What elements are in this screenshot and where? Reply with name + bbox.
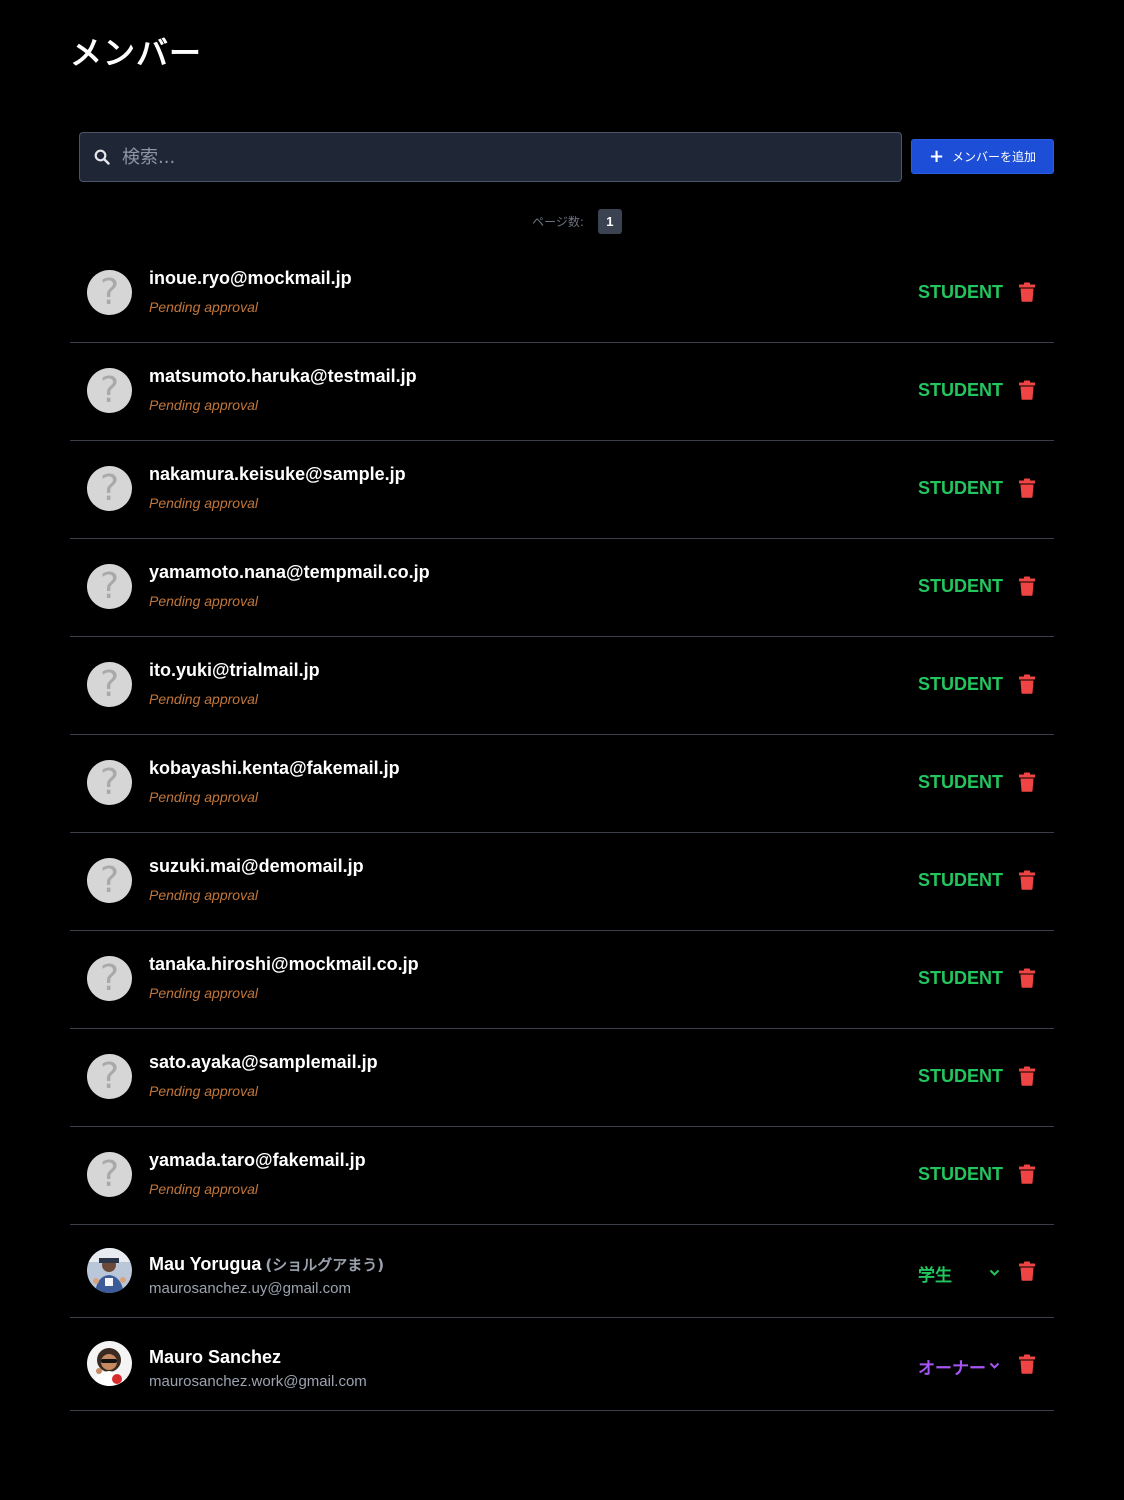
member-row: ? sato.ayaka@samplemail.jp Pending appro… [70,1029,1054,1127]
member-email: tanaka.hiroshi@mockmail.co.jp [149,954,419,974]
member-email: suzuki.mai@demomail.jp [149,856,364,876]
member-email: yamada.taro@fakemail.jp [149,1150,366,1170]
role-label: STUDENT [918,478,1003,498]
member-list: ? inoue.ryo@mockmail.jp Pending approval… [70,245,1054,1411]
role-label: STUDENT [918,1164,1003,1184]
trash-icon[interactable] [1018,1261,1036,1281]
toolbar: + メンバーを追加 [79,132,1054,182]
avatar [87,1341,132,1386]
question-mark-avatar: ? [87,466,132,511]
pending-status: Pending approval [149,495,258,511]
question-mark-avatar: ? [87,760,132,805]
members-page: メンバー + メンバーを追加 ページ数: 1 ? inoue.ryo@mockm… [0,0,1124,1500]
question-mark-avatar: ? [87,956,132,1001]
pending-status: Pending approval [149,593,258,609]
pending-status: Pending approval [149,299,258,315]
role-label: STUDENT [918,1066,1003,1086]
question-mark-avatar: ? [87,858,132,903]
add-member-label: メンバーを追加 [952,150,1037,164]
role-select[interactable]: 学生 [918,1260,1000,1286]
role-select-value: 学生 [918,1265,952,1286]
member-email: matsumoto.haruka@testmail.jp [149,366,417,386]
pending-status: Pending approval [149,887,258,903]
search-input[interactable] [120,145,901,169]
member-row: ? suzuki.mai@demomail.jp Pending approva… [70,833,1054,931]
member-email: ito.yuki@trialmail.jp [149,660,320,680]
member-row: Mauro Sanchez maurosanchez.work@gmail.co… [70,1318,1054,1411]
pending-status: Pending approval [149,985,258,1001]
member-name: Mauro Sanchez [149,1347,281,1368]
member-email: inoue.ryo@mockmail.jp [149,268,352,288]
add-member-button[interactable]: + メンバーを追加 [911,139,1054,174]
pending-status: Pending approval [149,1181,258,1197]
page-button-1[interactable]: 1 [597,209,622,234]
member-row: ? yamada.taro@fakemail.jp Pending approv… [70,1127,1054,1225]
member-email: nakamura.keisuke@sample.jp [149,464,406,484]
trash-icon[interactable] [1018,870,1036,890]
member-name-text: Mau Yorugua [149,1254,262,1274]
role-label: STUDENT [918,576,1003,596]
member-name-text: Mauro Sanchez [149,1347,282,1367]
role-label: STUDENT [918,674,1003,694]
member-row: ? tanaka.hiroshi@mockmail.co.jp Pending … [70,931,1054,1029]
trash-icon[interactable] [1018,1354,1036,1374]
chevron-down-icon [989,1359,1000,1373]
member-row: ? nakamura.keisuke@sample.jp Pending app… [70,441,1054,539]
chevron-down-icon [989,1266,1000,1280]
pending-status: Pending approval [149,397,258,413]
trash-icon[interactable] [1018,576,1036,596]
role-select-value: オーナー [918,1358,986,1379]
member-row: ? matsumoto.haruka@testmail.jp Pending a… [70,343,1054,441]
member-email: kobayashi.kenta@fakemail.jp [149,758,400,778]
question-mark-avatar: ? [87,270,132,315]
question-mark-avatar: ? [87,1054,132,1099]
role-label: STUDENT [918,282,1003,302]
member-email: yamamoto.nana@tempmail.co.jp [149,562,430,582]
trash-icon[interactable] [1018,1164,1036,1184]
question-mark-avatar: ? [87,1152,132,1197]
trash-icon[interactable] [1018,674,1036,694]
member-email: maurosanchez.uy@gmail.com [149,1280,351,1297]
member-email: sato.ayaka@samplemail.jp [149,1052,378,1072]
member-row: Mau Yorugua (ショルグアまう) maurosanchez.uy@gma… [70,1225,1054,1318]
trash-icon[interactable] [1018,282,1036,302]
role-label: STUDENT [918,968,1003,988]
member-name: Mau Yorugua (ショルグアまう) [149,1254,384,1275]
trash-icon[interactable] [1018,772,1036,792]
member-row: ? kobayashi.kenta@fakemail.jp Pending ap… [70,735,1054,833]
question-mark-avatar: ? [87,368,132,413]
role-select[interactable]: オーナー [918,1353,1000,1379]
member-kana: (ショルグアまう) [265,1256,385,1274]
question-mark-avatar: ? [87,662,132,707]
trash-icon[interactable] [1018,968,1036,988]
role-label: STUDENT [918,772,1003,792]
pagination: ページ数: 1 [0,209,1124,234]
trash-icon[interactable] [1018,380,1036,400]
pending-status: Pending approval [149,691,258,707]
member-email: maurosanchez.work@gmail.com [149,1373,367,1390]
page-title: メンバー [70,35,203,71]
pending-status: Pending approval [149,789,258,805]
trash-icon[interactable] [1018,478,1036,498]
pending-status: Pending approval [149,1083,258,1099]
avatar [87,1248,132,1293]
role-label: STUDENT [918,380,1003,400]
member-row: ? ito.yuki@trialmail.jp Pending approval… [70,637,1054,735]
search-box[interactable] [79,132,902,182]
trash-icon[interactable] [1018,1066,1036,1086]
plus-icon: + [928,145,945,167]
question-mark-avatar: ? [87,564,132,609]
search-icon [94,149,110,165]
role-label: STUDENT [918,870,1003,890]
member-row: ? yamamoto.nana@tempmail.co.jp Pending a… [70,539,1054,637]
member-row: ? inoue.ryo@mockmail.jp Pending approval… [70,245,1054,343]
pagination-label: ページ数: [532,215,584,229]
